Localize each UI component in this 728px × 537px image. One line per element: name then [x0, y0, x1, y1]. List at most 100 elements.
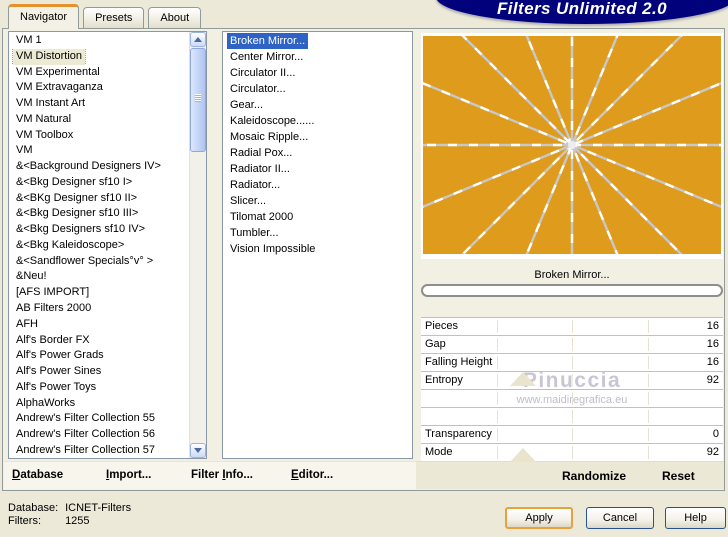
slider-tick — [647, 392, 649, 405]
slider-tick — [496, 392, 498, 405]
filters-status-label: Filters: — [8, 515, 41, 527]
slider-tick — [647, 428, 649, 441]
randomize-button[interactable]: Randomize — [562, 469, 626, 483]
category-scrollbar — [189, 32, 206, 458]
filter-item[interactable]: Circulator II... — [223, 65, 412, 81]
category-listbox: VM 1 VM Distortion VM Experimental VM Extra… — [8, 31, 207, 459]
category-item[interactable]: &Neu! — [9, 269, 190, 285]
param-slider-row[interactable]: Falling Height 16 — [421, 354, 723, 372]
filter-item[interactable]: Radiator... — [223, 177, 412, 193]
filter-info-button[interactable]: Filter Info... — [191, 469, 253, 481]
database-status-value: ICNET-Filters — [65, 502, 132, 514]
category-item[interactable]: VM 1 — [9, 33, 190, 49]
category-item[interactable]: VM Experimental — [9, 65, 190, 81]
slider-tick — [572, 338, 573, 351]
slider-tick — [572, 428, 573, 441]
filter-item[interactable]: Center Mirror... — [223, 49, 412, 65]
category-item[interactable]: VM Extravaganza — [9, 80, 190, 96]
param-slider-row[interactable]: Gap 16 — [421, 336, 723, 354]
category-item[interactable]: &<Bkg Designers sf10 IV> — [9, 222, 190, 238]
category-item[interactable]: AlphaWorks — [9, 396, 190, 412]
category-item[interactable]: [AFS IMPORT] — [9, 285, 190, 301]
category-item[interactable]: AFH — [9, 317, 190, 333]
chevron-down-icon — [194, 448, 202, 453]
reset-button[interactable]: Reset — [662, 469, 695, 483]
tab-bar: Navigator Presets About — [8, 4, 202, 29]
category-item[interactable]: Alf's Power Toys — [9, 380, 190, 396]
filter-item[interactable]: Radiator II... — [223, 161, 412, 177]
param-value: 16 — [706, 356, 719, 368]
param-slider-row[interactable]: Transparency 0 — [421, 426, 723, 444]
param-value: 16 — [706, 320, 719, 332]
thumb-grip-icon — [195, 94, 201, 102]
filter-list-items: Broken Mirror... Center Mirror... Circulat… — [223, 33, 412, 458]
tab-presets[interactable]: Presets — [83, 7, 145, 28]
tab-about[interactable]: About — [148, 7, 202, 28]
slider-tick — [572, 374, 573, 387]
scroll-thumb[interactable] — [190, 48, 206, 152]
param-label: Gap — [425, 338, 446, 350]
parameter-sliders: Pieces 16 Gap 16 Falling Height 16 Entropy 92 Tr… — [421, 317, 723, 462]
param-value: 0 — [712, 428, 719, 440]
category-item[interactable]: VM Instant Art — [9, 96, 190, 112]
category-item[interactable]: &<Bkg Designer sf10 III> — [9, 206, 190, 222]
scroll-down-button[interactable] — [190, 443, 206, 458]
tab-navigator[interactable]: Navigator — [8, 4, 80, 29]
database-button[interactable]: Database — [12, 469, 63, 481]
slider-tick — [496, 338, 498, 351]
param-slider-row[interactable]: Entropy 92 — [421, 372, 723, 390]
progress-bar — [421, 284, 723, 297]
param-value: 92 — [706, 446, 719, 458]
database-status-row: Database: ICNET-Filters — [8, 502, 131, 515]
param-slider-row[interactable]: Pieces 16 — [421, 318, 723, 336]
navigator-page: VM 1 VM Distortion VM Experimental VM Extra… — [2, 28, 725, 491]
slider-tick — [496, 320, 498, 333]
category-item[interactable]: &<Bkg Kaleidoscope> — [9, 238, 190, 254]
slider-tick — [496, 446, 498, 459]
category-item[interactable]: VM Toolbox — [9, 128, 190, 144]
slider-tick — [572, 356, 573, 369]
category-item[interactable]: VM Natural — [9, 112, 190, 128]
category-item[interactable]: AB Filters 2000 — [9, 301, 190, 317]
database-toolbar: Database Import... Filter Info... Editor... — [4, 461, 416, 489]
category-item[interactable]: Alf's Power Sines — [9, 364, 190, 380]
param-slider-row[interactable]: Mode 92 — [421, 444, 723, 462]
slider-tick — [496, 374, 498, 387]
filter-item[interactable]: Gear... — [223, 97, 412, 113]
category-item[interactable]: Alf's Border FX — [9, 333, 190, 349]
category-item[interactable]: VM Distortion — [9, 48, 190, 65]
category-item[interactable]: &<BKg Designer sf10 II> — [9, 191, 190, 207]
param-label: Mode — [425, 446, 453, 458]
filter-item[interactable]: Vision Impossible — [223, 241, 412, 257]
preview-image[interactable] — [423, 36, 721, 254]
slider-tick — [647, 446, 649, 459]
category-item[interactable]: VM — [9, 143, 190, 159]
filter-item[interactable]: Tilomat 2000 — [223, 209, 412, 225]
category-item[interactable]: Alf's Power Grads — [9, 348, 190, 364]
category-item[interactable]: Andrew's Filter Collection 57 — [9, 443, 190, 458]
filter-item[interactable]: Kaleidoscope...... — [223, 113, 412, 129]
slider-tick — [496, 428, 498, 441]
filter-item[interactable]: Circulator... — [223, 81, 412, 97]
param-value: 16 — [706, 338, 719, 350]
category-item[interactable]: &<Sandflower Specials°v° > — [9, 254, 190, 270]
slider-tick — [572, 392, 573, 405]
category-item[interactable]: &<Bkg Designer sf10 I> — [9, 175, 190, 191]
filter-item[interactable]: Tumbler... — [223, 225, 412, 241]
import-button[interactable]: Import... — [106, 469, 151, 481]
filter-item[interactable]: Mosaic Ripple... — [223, 129, 412, 145]
filter-item[interactable]: Broken Mirror... — [223, 33, 412, 49]
editor-button[interactable]: Editor... — [291, 469, 333, 481]
filter-item[interactable]: Radial Pox... — [223, 145, 412, 161]
category-item[interactable]: Andrew's Filter Collection 55 — [9, 411, 190, 427]
category-item[interactable]: Andrew's Filter Collection 56 — [9, 427, 190, 443]
apply-button[interactable]: Apply — [505, 507, 573, 529]
slider-tick — [572, 410, 573, 423]
help-button[interactable]: Help — [665, 507, 726, 529]
category-item[interactable]: &<Background Designers IV> — [9, 159, 190, 175]
filter-item[interactable]: Slicer... — [223, 193, 412, 209]
selected-filter-label: Broken Mirror... — [534, 269, 610, 281]
filters-status-row: Filters: 1255 — [8, 515, 131, 528]
scroll-up-button[interactable] — [190, 32, 206, 47]
cancel-button[interactable]: Cancel — [586, 507, 654, 529]
